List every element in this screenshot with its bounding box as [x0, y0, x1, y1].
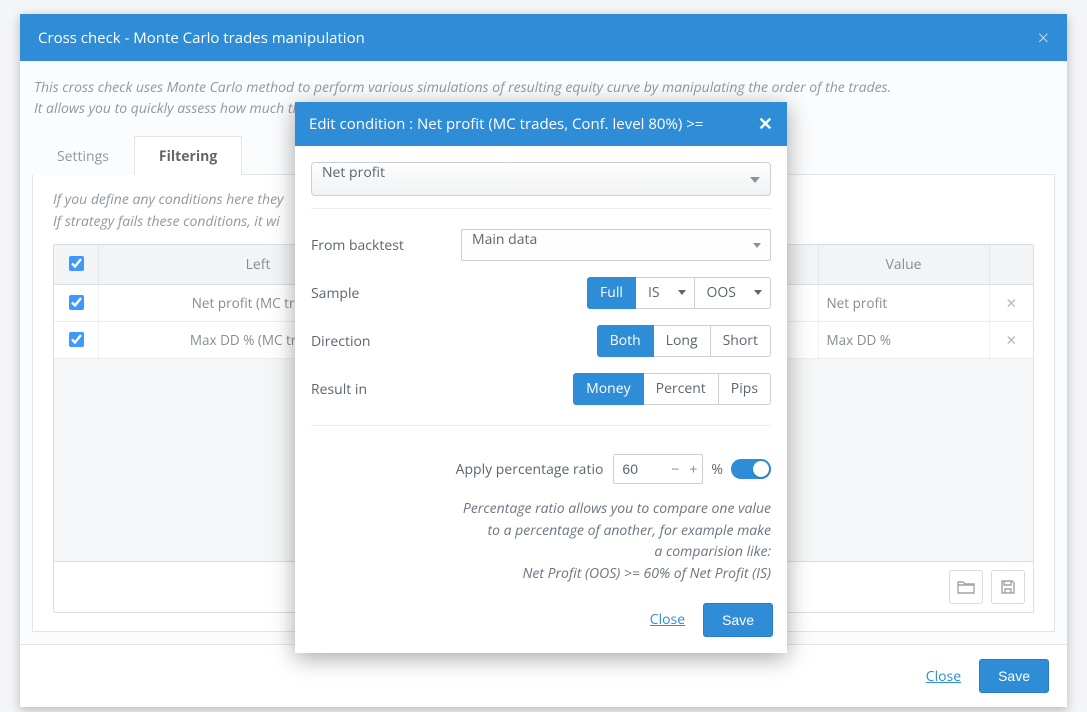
result-in-group: Money Percent Pips — [573, 373, 771, 405]
ratio-help-text: Percentage ratio allows you to compare o… — [311, 498, 771, 585]
row-value: Max DD % — [818, 322, 989, 359]
save-button[interactable]: Save — [979, 659, 1049, 693]
row-sample: Sample Full IS OOS — [311, 269, 771, 317]
delete-row-icon[interactable]: ✕ — [1006, 294, 1017, 312]
from-backtest-value: Main data — [472, 230, 537, 249]
ratio-decrement[interactable]: − — [666, 460, 684, 479]
sample-oos-dropdown[interactable]: OOS — [694, 277, 771, 309]
sample-group: Full IS OOS — [587, 277, 771, 309]
hint-line-2: If strategy fails these conditions, it w… — [53, 212, 280, 231]
close-icon[interactable]: × — [1038, 24, 1049, 51]
modal-save-button[interactable]: Save — [703, 603, 773, 637]
row-checkbox[interactable] — [69, 332, 84, 347]
sample-full[interactable]: Full — [587, 277, 636, 309]
delete-row-icon[interactable]: ✕ — [1006, 331, 1017, 349]
folder-icon — [957, 579, 975, 595]
apply-ratio-label: Apply percentage ratio — [311, 460, 613, 479]
modal-title-bar: Edit condition : Net profit (MC trades, … — [295, 102, 787, 146]
from-backtest-dropdown[interactable]: Main data — [461, 229, 771, 261]
sample-is-label: IS — [648, 283, 660, 302]
row-result-in: Result in Money Percent Pips — [311, 365, 771, 413]
help-l4: Net Profit (OOS) >= 60% of Net Profit (I… — [523, 564, 772, 583]
row-apply-ratio: Apply percentage ratio − + % — [311, 438, 771, 492]
direction-short[interactable]: Short — [710, 325, 771, 357]
ratio-toggle[interactable] — [731, 459, 771, 479]
tab-settings[interactable]: Settings — [32, 136, 134, 175]
direction-long[interactable]: Long — [653, 325, 711, 357]
modal-close-link[interactable]: Close — [650, 610, 685, 629]
col-checkbox — [54, 245, 98, 285]
result-in-label: Result in — [311, 380, 461, 399]
ratio-number-input[interactable]: − + — [613, 454, 703, 484]
sample-label: Sample — [311, 284, 461, 303]
metric-dropdown-value: Net profit — [322, 163, 385, 182]
direction-both[interactable]: Both — [597, 325, 654, 357]
from-backtest-label: From backtest — [311, 236, 461, 255]
crosscheck-footer: Close Save — [20, 644, 1067, 707]
hint-line-1: If you define any conditions here they — [53, 190, 284, 209]
col-value: Value — [818, 245, 989, 285]
result-percent[interactable]: Percent — [643, 373, 719, 405]
save-icon — [1000, 579, 1016, 595]
col-delete — [989, 245, 1033, 285]
edit-condition-modal: Edit condition : Net profit (MC trades, … — [295, 102, 787, 653]
help-l3: a comparision like: — [654, 542, 771, 561]
direction-label: Direction — [311, 332, 461, 351]
result-money[interactable]: Money — [573, 373, 643, 405]
row-checkbox[interactable] — [69, 295, 84, 310]
ratio-value[interactable] — [614, 455, 666, 483]
direction-group: Both Long Short — [597, 325, 771, 357]
modal-footer: Close Save — [295, 593, 787, 653]
close-link[interactable]: Close — [926, 667, 961, 686]
row-direction: Direction Both Long Short — [311, 317, 771, 365]
close-icon[interactable]: ✕ — [758, 112, 773, 136]
crosscheck-title: Cross check - Monte Carlo trades manipul… — [38, 28, 365, 48]
sample-is-dropdown[interactable]: IS — [635, 277, 695, 309]
modal-title: Edit condition : Net profit (MC trades, … — [309, 114, 703, 134]
metric-dropdown[interactable]: Net profit — [311, 162, 771, 196]
crosscheck-title-bar: Cross check - Monte Carlo trades manipul… — [20, 14, 1067, 61]
open-folder-button[interactable] — [949, 570, 983, 604]
tab-filtering[interactable]: Filtering — [134, 136, 242, 175]
ratio-suffix: % — [711, 460, 723, 479]
help-l1: Percentage ratio allows you to compare o… — [463, 499, 771, 518]
row-value: Net profit — [818, 285, 989, 322]
ratio-increment[interactable]: + — [684, 460, 702, 479]
sample-oos-label: OOS — [707, 283, 736, 302]
result-pips[interactable]: Pips — [718, 373, 771, 405]
desc-line-1: This cross check uses Monte Carlo method… — [34, 78, 891, 97]
save-disk-button[interactable] — [991, 570, 1025, 604]
help-l2: to a percentage of another, for example … — [488, 521, 772, 540]
row-from-backtest: From backtest Main data — [311, 221, 771, 269]
select-all-checkbox[interactable] — [69, 256, 84, 271]
